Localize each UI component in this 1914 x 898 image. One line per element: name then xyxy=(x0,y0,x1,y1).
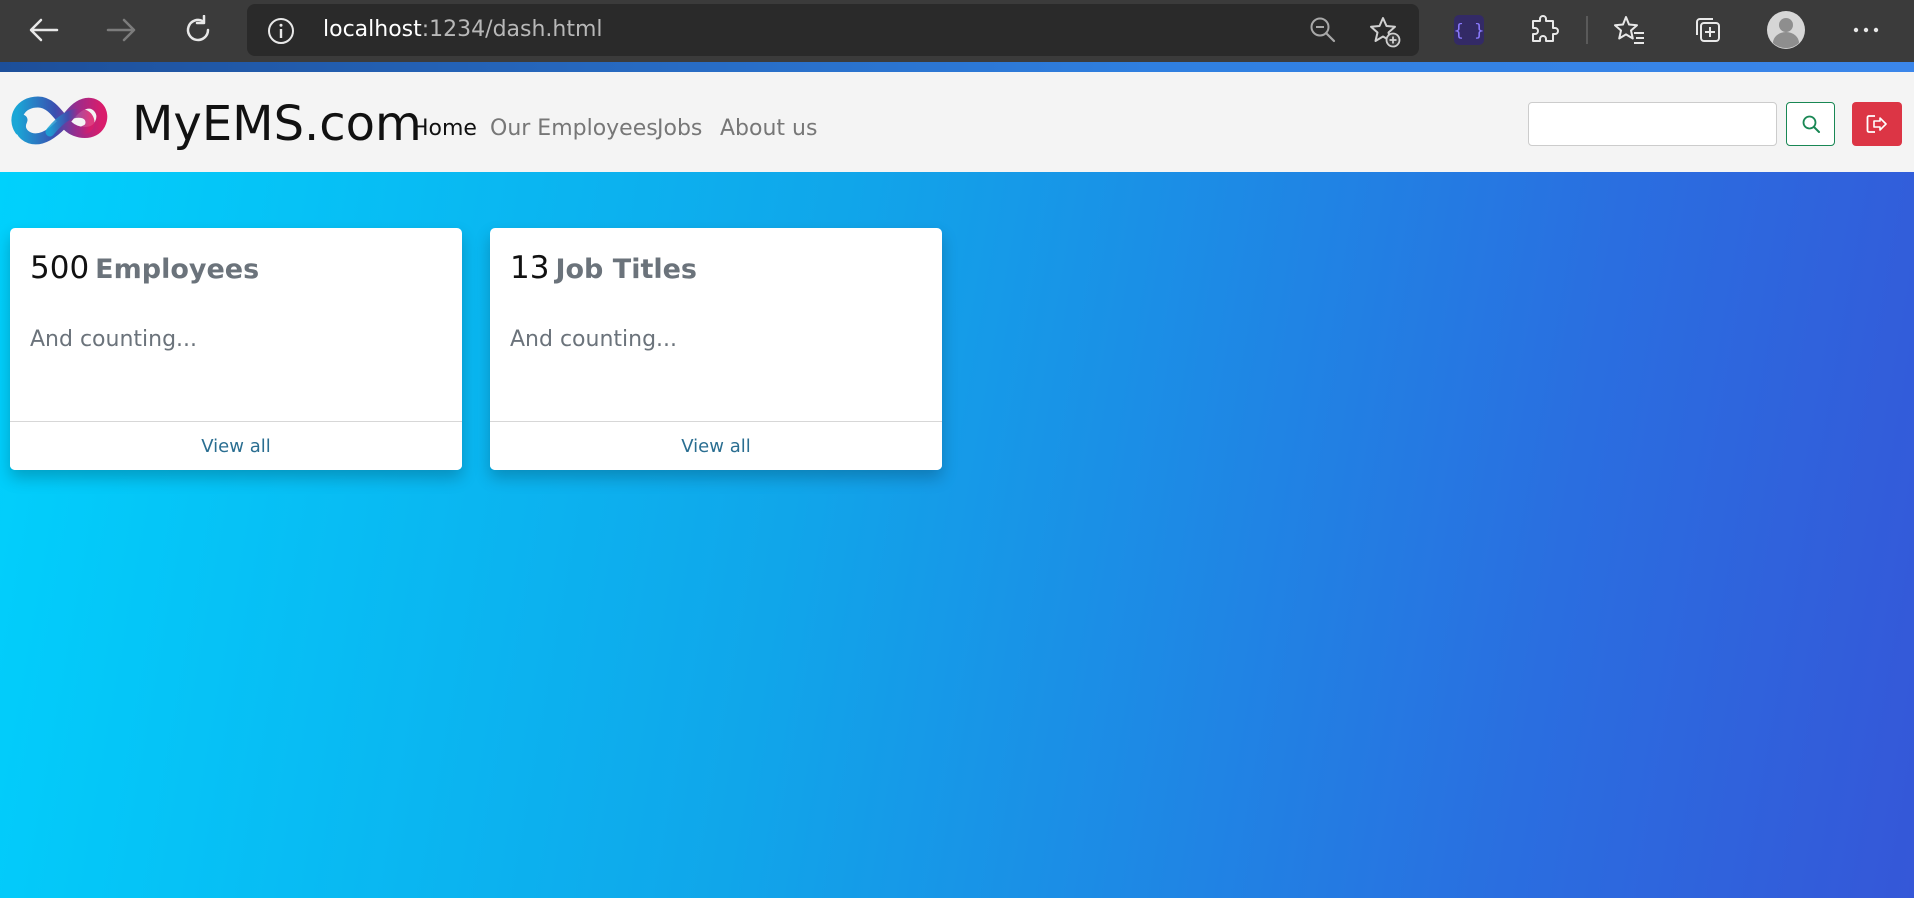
nav-link-our-employees[interactable]: Our Employees xyxy=(490,116,658,141)
site-navbar: MyEMS.com Home Our Employees Jobs About … xyxy=(0,72,1914,172)
search-input[interactable] xyxy=(1528,102,1777,146)
zoom-out-icon[interactable] xyxy=(1309,16,1337,44)
refresh-icon xyxy=(186,15,210,42)
more-icon xyxy=(1853,27,1879,33)
nav-link-home[interactable]: Home xyxy=(412,116,477,141)
toolbar-separator xyxy=(1586,16,1588,44)
card-footer: View all xyxy=(10,421,462,470)
refresh-button[interactable] xyxy=(176,8,220,52)
more-button[interactable] xyxy=(1846,10,1886,50)
job-title-count: 13 xyxy=(510,250,550,286)
search-icon xyxy=(1802,115,1820,133)
card-label: Employees xyxy=(95,254,260,285)
collections-button[interactable] xyxy=(1688,10,1728,50)
address-bar[interactable]: localhost:1234/dash.html xyxy=(247,4,1419,56)
info-icon[interactable] xyxy=(267,17,295,45)
employees-card: 500 Employees And counting... View all xyxy=(10,228,462,470)
forward-button[interactable] xyxy=(99,8,143,52)
logout-icon xyxy=(1866,115,1887,133)
employee-count: 500 xyxy=(30,250,90,286)
card-label: Job Titles xyxy=(555,254,697,285)
profile-avatar-icon xyxy=(1767,11,1805,49)
url-host: localhost xyxy=(323,17,422,42)
view-all-employees-link[interactable]: View all xyxy=(201,436,270,457)
card-text: And counting... xyxy=(30,327,198,352)
collections-icon xyxy=(1696,18,1720,42)
search-button[interactable] xyxy=(1786,102,1835,146)
logout-button[interactable] xyxy=(1852,102,1902,146)
browser-toolbar: localhost:1234/dash.html { } xyxy=(0,0,1914,62)
devtools-button[interactable]: { } xyxy=(1449,10,1489,50)
view-all-jobs-link[interactable]: View all xyxy=(681,436,750,457)
favorites-icon xyxy=(1614,16,1644,44)
back-arrow-icon xyxy=(29,18,59,42)
nav-link-about-us[interactable]: About us xyxy=(720,116,817,141)
brand-name[interactable]: MyEMS.com xyxy=(132,96,422,152)
card-footer: View all xyxy=(490,421,942,470)
job-titles-card: 13 Job Titles And counting... View all xyxy=(490,228,942,470)
card-title: 13 Job Titles xyxy=(510,250,697,286)
favorites-button[interactable] xyxy=(1610,10,1650,50)
nav-link-jobs[interactable]: Jobs xyxy=(657,116,702,141)
extensions-button[interactable] xyxy=(1524,10,1564,50)
devtools-icon: { } xyxy=(1454,15,1484,45)
extensions-icon xyxy=(1532,15,1559,42)
back-button[interactable] xyxy=(22,8,66,52)
card-title: 500 Employees xyxy=(30,250,259,286)
page-body: MyEMS.com Home Our Employees Jobs About … xyxy=(0,72,1914,898)
svg-text:{ }: { } xyxy=(1454,21,1484,41)
add-favorite-icon[interactable] xyxy=(1369,16,1401,48)
forward-arrow-icon xyxy=(106,18,136,42)
brand-logo-icon[interactable] xyxy=(10,92,112,150)
card-text: And counting... xyxy=(510,327,678,352)
page-load-strip xyxy=(0,62,1914,72)
profile-button[interactable] xyxy=(1766,10,1806,50)
url-text[interactable]: localhost:1234/dash.html xyxy=(323,17,603,42)
url-path: :1234/dash.html xyxy=(421,17,603,42)
